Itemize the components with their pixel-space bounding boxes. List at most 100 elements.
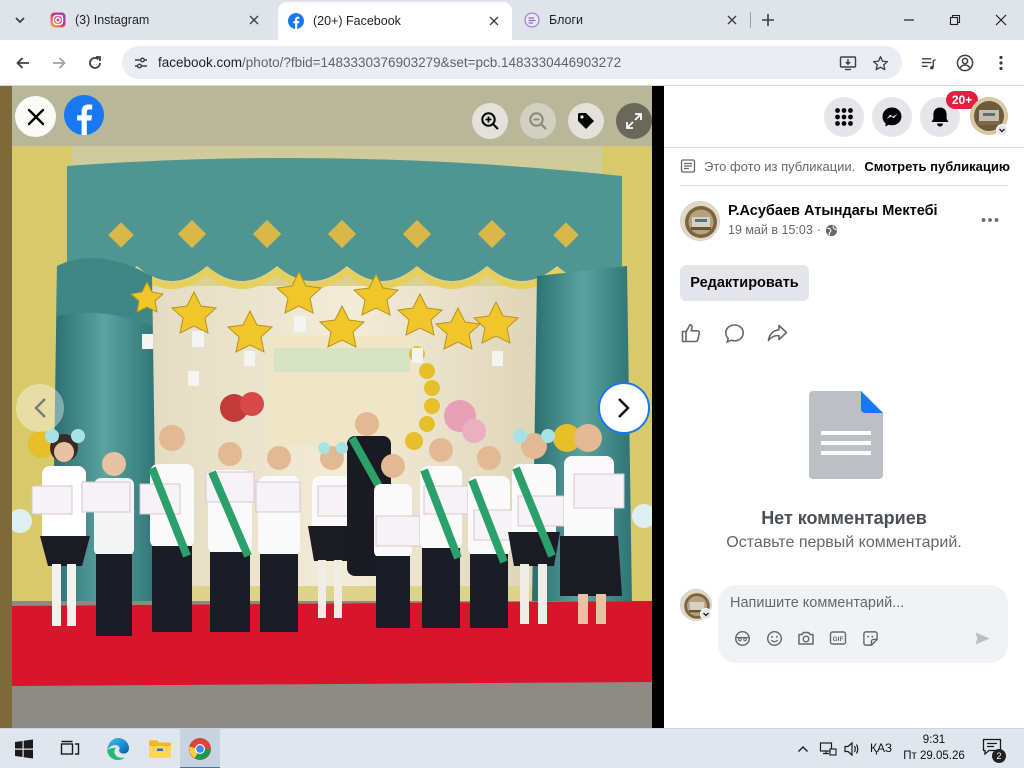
share-button[interactable]: [765, 321, 789, 345]
file-explorer-button[interactable]: [140, 729, 180, 768]
previous-photo-button[interactable]: [16, 384, 64, 432]
notice-divider: [680, 185, 1008, 186]
url-path: /photo/?fbid=1483330376903279&set=pcb.14…: [242, 55, 622, 70]
zoom-in-button[interactable]: [472, 103, 508, 139]
close-window-button[interactable]: [978, 0, 1024, 40]
tab-title: Блоги: [549, 13, 583, 27]
comment-button[interactable]: [722, 321, 746, 345]
start-button[interactable]: [4, 729, 44, 768]
tag-photo-button[interactable]: [568, 103, 604, 139]
close-tab-icon[interactable]: [246, 12, 262, 28]
tab-facebook[interactable]: (20+) Facebook: [278, 2, 512, 40]
bookmark-button[interactable]: [868, 51, 892, 75]
chevron-right-icon: [618, 398, 630, 418]
task-view-icon: [60, 740, 80, 755]
chevron-down-icon: [999, 128, 1005, 133]
gif-button[interactable]: GIF: [828, 628, 848, 648]
emoji-icon: [766, 630, 782, 646]
edge-icon: [107, 738, 129, 760]
arrow-right-icon: [53, 57, 66, 69]
clock-date: Пт 29.05.26: [903, 750, 965, 762]
browser-toolbar: facebook.com/photo/?fbid=148333037690327…: [0, 40, 1024, 86]
new-tab-button[interactable]: [756, 8, 780, 32]
site-info-icon[interactable]: [130, 52, 152, 74]
messenger-button[interactable]: [872, 97, 912, 137]
tab-separator: [750, 12, 751, 28]
playlist-icon: [921, 57, 936, 69]
tab-search-button[interactable]: [8, 8, 32, 32]
chevron-left-icon: [34, 398, 46, 418]
tab-title: (3) Instagram: [75, 13, 150, 27]
share-arrow-icon: [767, 324, 787, 342]
author-avatar[interactable]: [680, 201, 720, 241]
no-comments-subtitle: Оставьте первый комментарий.: [726, 534, 962, 551]
messenger-icon: [882, 107, 902, 127]
photo[interactable]: [12, 86, 652, 728]
comment-input[interactable]: [730, 593, 990, 613]
show-hidden-icons-button[interactable]: [794, 739, 812, 759]
no-comments-title: Нет комментариев: [761, 508, 927, 528]
reload-button[interactable]: [81, 49, 109, 77]
chrome-browser-button[interactable]: [180, 729, 220, 768]
send-comment-button[interactable]: [972, 628, 992, 648]
taskbar-clock[interactable]: 9:31 Пт 29.05.26: [898, 732, 970, 764]
close-icon: [995, 14, 1007, 26]
fullscreen-button[interactable]: [616, 103, 652, 139]
commenter-menu-caret[interactable]: [700, 608, 712, 620]
post-options-button[interactable]: [974, 204, 1006, 236]
close-viewer-button[interactable]: [15, 96, 56, 137]
account-menu-caret[interactable]: [996, 124, 1008, 136]
blogger-icon: [524, 12, 540, 28]
document-lines-icon: [680, 159, 696, 173]
clock-time: 9:31: [922, 734, 946, 746]
edge-browser-button[interactable]: [98, 729, 138, 768]
globe-icon: [825, 224, 838, 236]
address-bar[interactable]: facebook.com/photo/?fbid=148333037690327…: [122, 46, 902, 79]
restore-button[interactable]: [932, 0, 978, 40]
close-tab-icon[interactable]: [486, 13, 502, 29]
browser-menu-button[interactable]: [987, 49, 1015, 77]
photo-attach-button[interactable]: [796, 628, 816, 648]
network-status-button[interactable]: [818, 739, 838, 759]
forward-button[interactable]: [45, 49, 73, 77]
comment-composer: GIF: [718, 585, 1008, 663]
minimize-button[interactable]: [886, 0, 932, 40]
edit-button[interactable]: Редактировать: [680, 265, 809, 301]
task-view-button[interactable]: [50, 729, 90, 768]
reload-icon: [89, 56, 101, 69]
next-photo-button[interactable]: [598, 382, 650, 434]
like-button[interactable]: [679, 321, 703, 345]
plus-icon: [762, 14, 774, 26]
post-notice: Это фото из публикации. Смотреть публика…: [680, 156, 1010, 176]
facebook-logo[interactable]: [64, 95, 104, 135]
tab-instagram[interactable]: (3) Instagram: [40, 7, 272, 33]
profile-button[interactable]: [951, 49, 979, 77]
close-icon: [27, 108, 44, 125]
menu-button[interactable]: [824, 97, 864, 137]
back-button[interactable]: [9, 49, 37, 77]
post-date[interactable]: 19 май в 15:03: [728, 223, 813, 237]
post-author-name[interactable]: Р.Асубаев Атындағы Мектебі: [728, 203, 938, 219]
media-controls-button[interactable]: [914, 49, 942, 77]
emoji-button[interactable]: [764, 628, 784, 648]
post-meta: 19 май в 15:03 ·: [728, 223, 838, 237]
more-vertical-icon: [999, 55, 1003, 71]
close-tab-icon[interactable]: [724, 12, 740, 28]
zoom-out-icon: [529, 112, 547, 130]
volume-button[interactable]: [842, 739, 862, 759]
input-language[interactable]: ҚАЗ: [870, 741, 892, 755]
view-post-link[interactable]: Смотреть публикацию: [864, 159, 1010, 174]
zoom-out-button[interactable]: [520, 103, 556, 139]
speech-bubble-icon: [724, 323, 744, 343]
sticker-button[interactable]: [860, 628, 880, 648]
install-app-icon: [839, 56, 857, 71]
install-app-button[interactable]: [836, 51, 860, 75]
tab-blogs[interactable]: Блоги: [514, 7, 750, 33]
more-horizontal-icon: [981, 218, 999, 222]
speaker-icon: [844, 741, 859, 757]
avatar-sticker-icon: [734, 630, 750, 646]
chevron-down-icon: [703, 612, 709, 617]
avatar-sticker-button[interactable]: [732, 628, 752, 648]
browser-tab-strip: (3) Instagram (20+) Facebook Блоги: [0, 0, 1024, 40]
star-icon: [872, 55, 888, 70]
